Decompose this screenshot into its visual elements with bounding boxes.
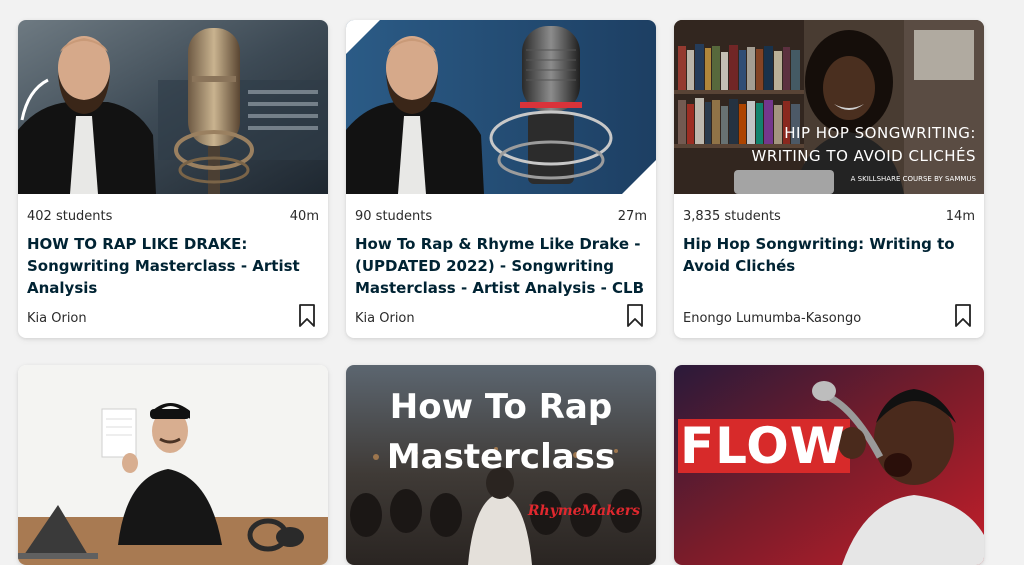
- course-thumbnail[interactable]: How To Rap Masterclass RhymeMakers: [346, 365, 656, 565]
- thumbnail-title-line-1: HIP HOP SONGWRITING:: [784, 124, 976, 142]
- card-footer: Kia Orion: [355, 304, 644, 328]
- card-footer: Kia Orion: [27, 304, 316, 328]
- thumbnail-title: FLOW: [680, 417, 846, 475]
- course-card[interactable]: How To Rap Masterclass RhymeMakers: [346, 365, 656, 565]
- thumbnail-credit: A SKILLSHARE COURSE BY SAMMUS: [850, 175, 976, 183]
- course-thumbnail[interactable]: [346, 20, 656, 194]
- thumbnail-logo: RhymeMakers: [527, 503, 640, 519]
- bookmark-icon[interactable]: [298, 304, 316, 328]
- teacher-name[interactable]: Enongo Lumumba-Kasongo: [683, 311, 861, 328]
- course-card[interactable]: 90 students 27m How To Rap & Rhyme Like …: [346, 20, 656, 338]
- course-grid: 402 students 40m HOW TO RAP LIKE DRAKE: …: [18, 20, 984, 565]
- course-duration: 27m: [617, 209, 647, 224]
- course-thumbnail[interactable]: HIP HOP SONGWRITING: WRITING TO AVOID CL…: [674, 20, 984, 194]
- course-thumbnail[interactable]: [18, 365, 328, 565]
- course-card[interactable]: FLOW: [674, 365, 984, 565]
- student-count: 402 students: [27, 209, 113, 224]
- card-footer: Enongo Lumumba-Kasongo: [683, 304, 972, 328]
- thumbnail-title-line-2: WRITING TO AVOID CLICHÉS: [751, 147, 976, 165]
- student-count: 3,835 students: [683, 209, 781, 224]
- teacher-name[interactable]: Kia Orion: [27, 311, 87, 328]
- thumbnail-title-line-2: Masterclass: [386, 437, 616, 477]
- course-title[interactable]: Hip Hop Songwriting: Writing to Avoid Cl…: [674, 224, 984, 299]
- teacher-name[interactable]: Kia Orion: [355, 311, 415, 328]
- course-card[interactable]: 402 students 40m HOW TO RAP LIKE DRAKE: …: [18, 20, 328, 338]
- course-duration: 14m: [945, 209, 975, 224]
- course-thumbnail[interactable]: [18, 20, 328, 194]
- course-thumbnail[interactable]: FLOW: [674, 365, 984, 565]
- course-title[interactable]: HOW TO RAP LIKE DRAKE: Songwriting Maste…: [18, 224, 328, 299]
- student-count: 90 students: [355, 209, 433, 224]
- bookmark-icon[interactable]: [626, 304, 644, 328]
- course-meta: 402 students 40m: [18, 194, 328, 224]
- course-meta: 3,835 students 14m: [674, 194, 984, 224]
- course-title[interactable]: How To Rap & Rhyme Like Drake - (UPDATED…: [346, 224, 656, 299]
- course-card[interactable]: [18, 365, 328, 565]
- bookmark-icon[interactable]: [954, 304, 972, 328]
- page-right-gutter: [1002, 0, 1024, 548]
- course-duration: 40m: [289, 209, 319, 224]
- course-card[interactable]: HIP HOP SONGWRITING: WRITING TO AVOID CL…: [674, 20, 984, 338]
- thumbnail-title-line-1: How To Rap: [389, 387, 613, 427]
- course-meta: 90 students 27m: [346, 194, 656, 224]
